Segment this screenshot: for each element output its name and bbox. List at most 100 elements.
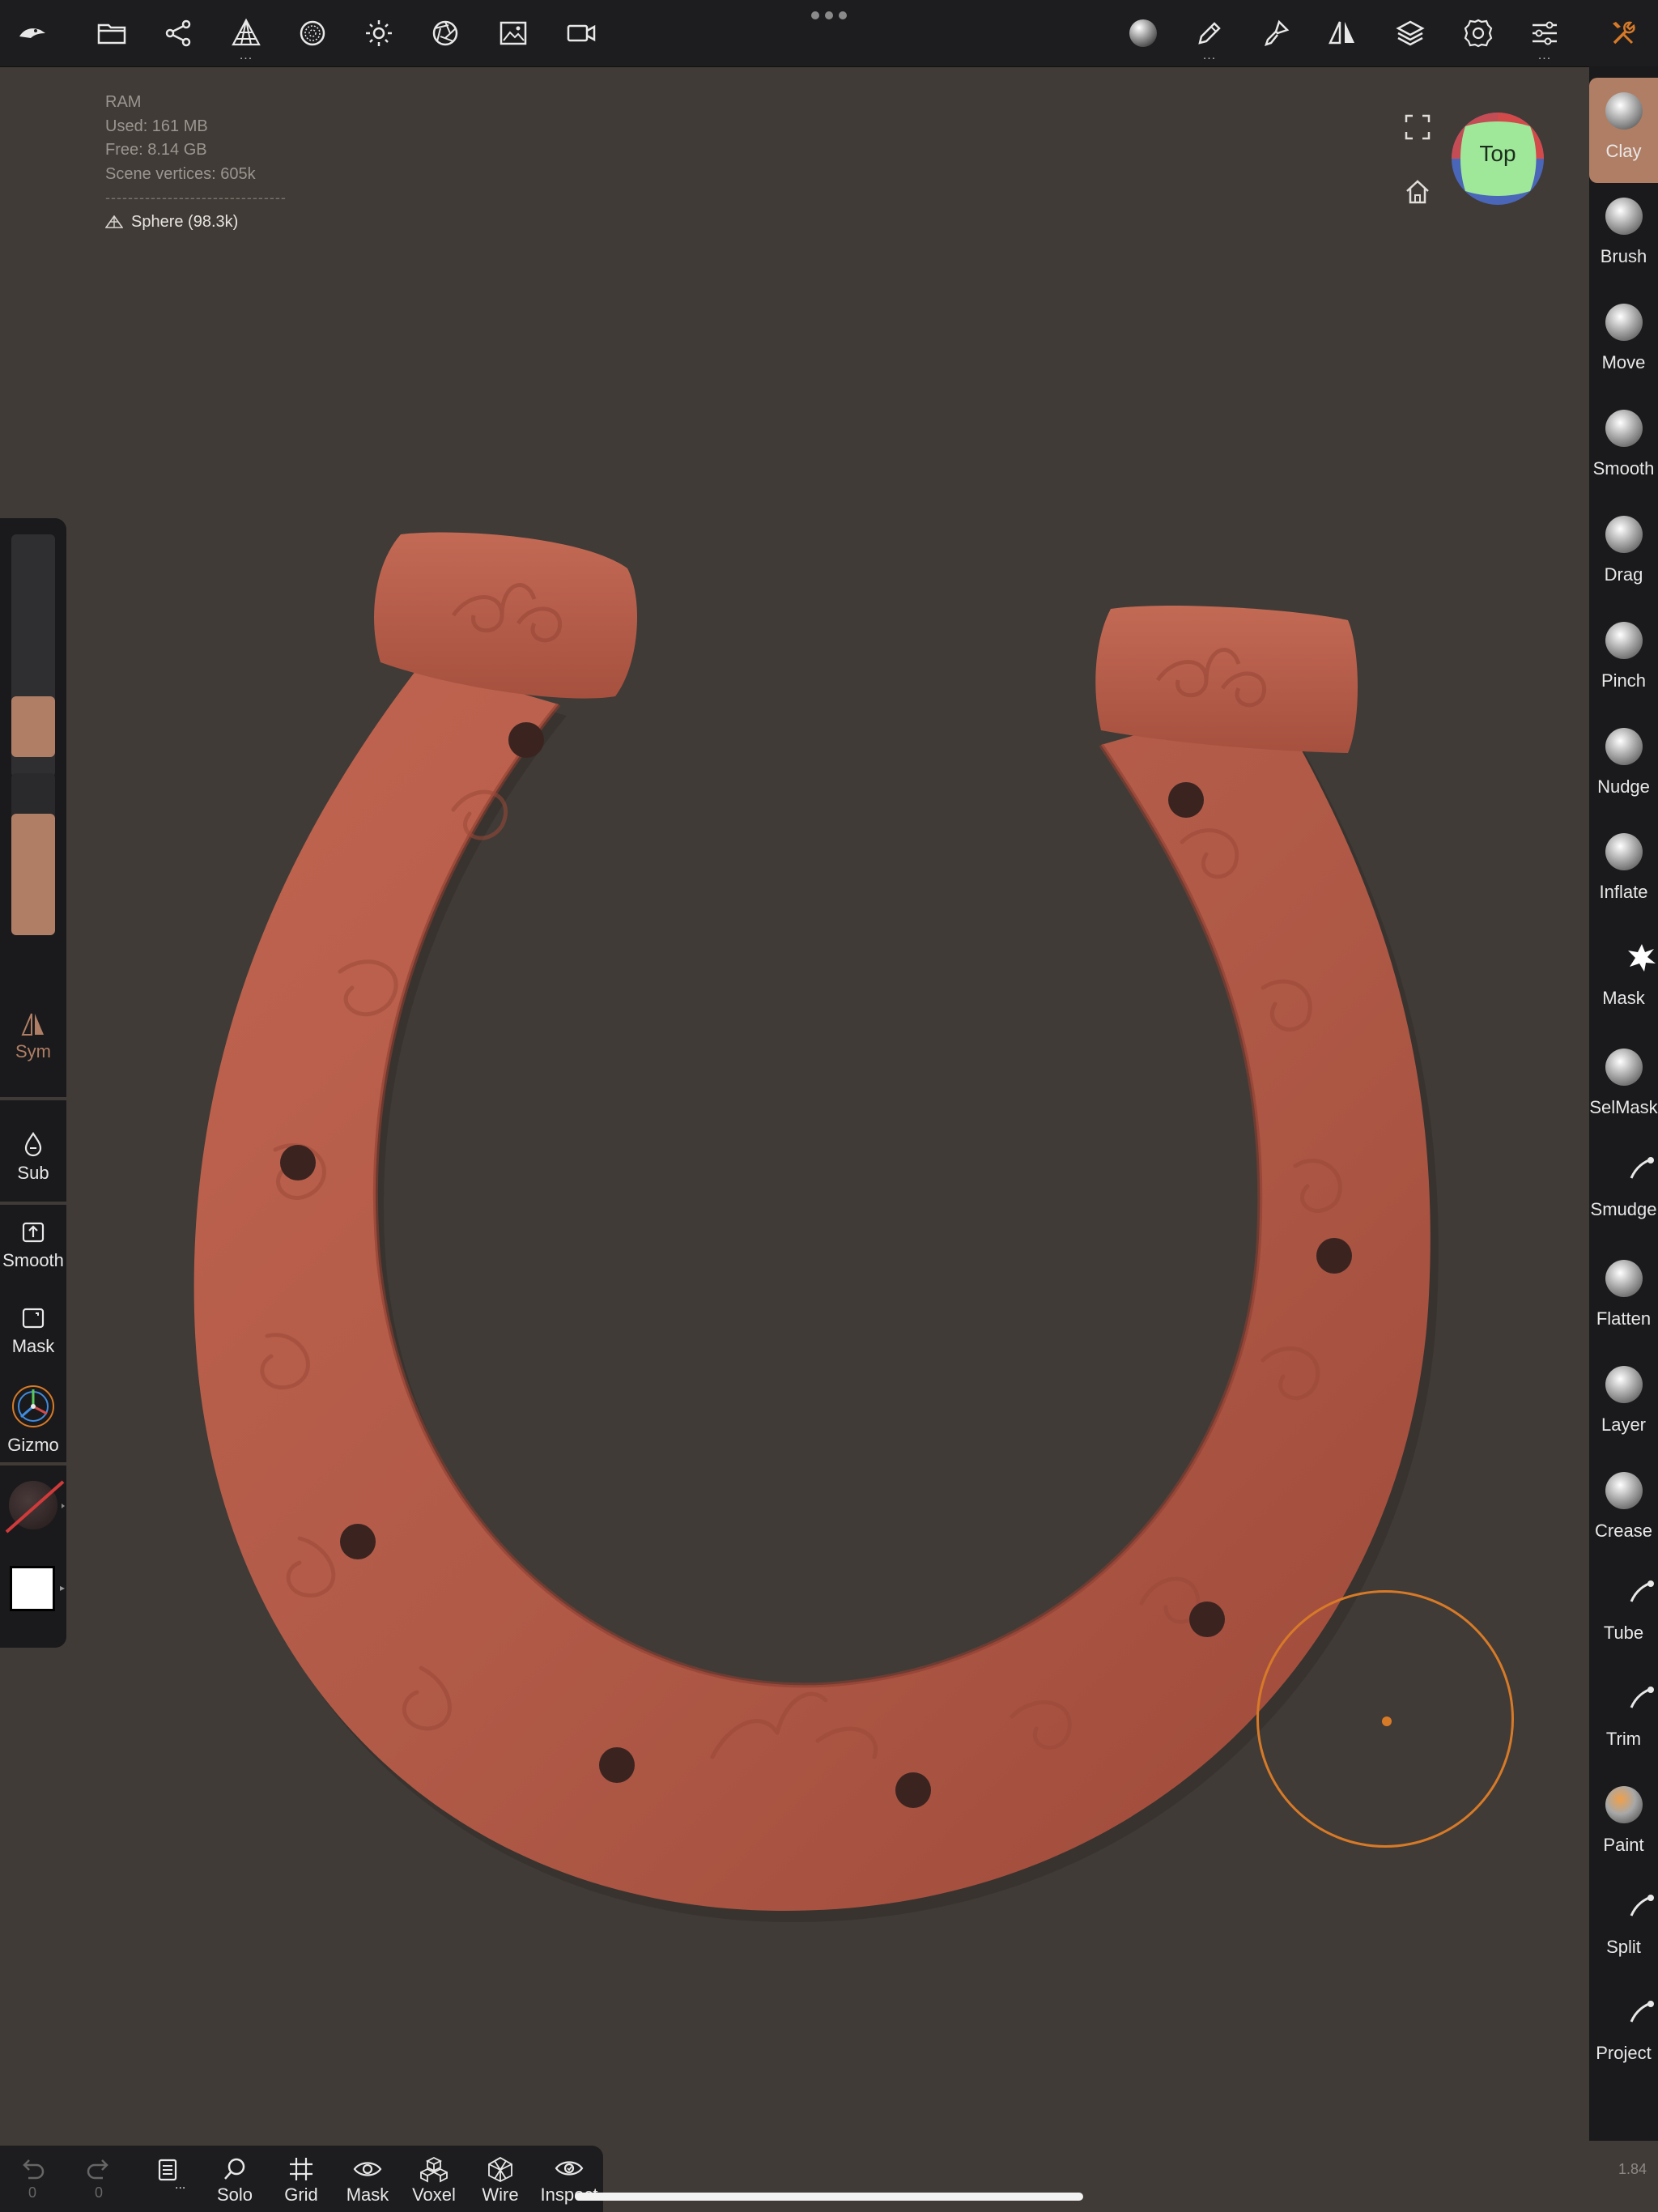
material-swatch[interactable] <box>0 1474 66 1538</box>
tool-trim[interactable]: Trim <box>1589 1665 1658 1771</box>
sliders-icon[interactable]: ... <box>1512 0 1577 66</box>
tube-icon <box>1605 1574 1654 1611</box>
tool-flatten[interactable]: Flatten <box>1589 1245 1658 1351</box>
color-swatch[interactable]: ▸ <box>0 1563 66 1619</box>
trim-icon <box>1605 1680 1654 1717</box>
settings-icon[interactable] <box>1446 0 1511 66</box>
history-button[interactable]: ... <box>134 2150 199 2192</box>
color-swatch-arrow-icon: ▸ <box>60 1582 66 1593</box>
flatten-ball-icon <box>1605 1260 1643 1297</box>
tool-layer[interactable]: Layer <box>1589 1351 1658 1457</box>
mask-visibility-button[interactable]: Mask <box>335 2150 400 2206</box>
sub-toggle[interactable]: Sub <box>0 1130 66 1184</box>
material-sphere-icon[interactable] <box>280 0 345 66</box>
color-swatch-fill <box>12 1568 53 1609</box>
tool-inflate[interactable]: Inflate <box>1589 819 1658 924</box>
topology-more: ... <box>239 49 253 62</box>
ram-free: Free: 8.14 GB <box>105 141 207 159</box>
tool-brush[interactable]: Brush <box>1589 183 1658 288</box>
material-preview-icon[interactable] <box>1111 0 1175 66</box>
layers-icon[interactable] <box>1378 0 1443 66</box>
grid-button[interactable]: Grid <box>269 2150 334 2206</box>
paint-tool-icon[interactable] <box>1244 0 1308 66</box>
tool-pinch[interactable]: Pinch <box>1589 607 1658 713</box>
undo-button[interactable]: 0 <box>0 2150 65 2202</box>
scene-graph-icon[interactable] <box>146 0 210 66</box>
tool-label: Project <box>1596 2043 1652 2063</box>
wireframe-button[interactable]: Wire <box>468 2150 533 2206</box>
active-object[interactable]: Sphere (98.3k) <box>105 211 287 235</box>
mask-shortcut-icon <box>22 1308 45 1329</box>
fullscreen-icon[interactable] <box>1398 108 1437 147</box>
mask-shortcut[interactable]: Mask <box>0 1304 66 1357</box>
brush-ball-icon <box>1605 198 1643 235</box>
tool-crease[interactable]: Crease <box>1589 1457 1658 1563</box>
intensity-slider-fill <box>11 814 55 935</box>
tool-project[interactable]: Project <box>1589 1980 1658 2085</box>
paint-ball-icon <box>1605 1786 1643 1823</box>
inspect-icon <box>555 2161 584 2176</box>
nav-cube-label: Top <box>1479 141 1516 166</box>
wireframe-label: Wire <box>482 2184 519 2205</box>
active-object-label: Sphere (98.3k) <box>131 212 239 231</box>
voxel-button[interactable]: Voxel <box>402 2150 466 2206</box>
brush-center-dot <box>1382 1716 1392 1726</box>
symmetry-icon[interactable] <box>1310 0 1375 66</box>
tool-smooth[interactable]: Smooth <box>1589 395 1658 500</box>
magnifier-icon <box>224 2158 245 2180</box>
gizmo-toggle[interactable]: Gizmo <box>0 1383 66 1456</box>
folder-icon[interactable] <box>79 0 144 66</box>
tools-icon[interactable] <box>1592 0 1656 66</box>
tool-move[interactable]: Move <box>1589 289 1658 394</box>
mask-label: Mask <box>11 1336 55 1356</box>
stroke-icon[interactable]: ... <box>1177 0 1242 66</box>
radius-slider-fill <box>11 696 55 757</box>
tool-clay[interactable]: Clay <box>1589 78 1658 183</box>
redo-button[interactable]: 0 <box>66 2150 131 2202</box>
window-grabber[interactable] <box>811 11 847 23</box>
light-icon[interactable] <box>346 0 411 66</box>
tool-label: Brush <box>1600 246 1647 266</box>
tool-selmask[interactable]: SelMask <box>1589 1034 1658 1139</box>
sliders-more: ... <box>1537 49 1552 62</box>
nomad-logo-icon[interactable] <box>0 0 65 66</box>
tool-label: SelMask <box>1589 1097 1658 1117</box>
redo-icon <box>87 2159 108 2180</box>
voxel-label: Voxel <box>412 2184 456 2205</box>
tool-label: Smooth <box>1592 458 1655 479</box>
wireframe-icon <box>488 2156 512 2183</box>
drop-icon <box>24 1132 42 1157</box>
background-image-icon[interactable] <box>481 0 546 66</box>
tool-label: Paint <box>1603 1835 1644 1855</box>
color-swatch-box <box>10 1566 55 1611</box>
tool-nudge[interactable]: Nudge <box>1589 713 1658 819</box>
undo-count: 0 <box>28 2184 36 2201</box>
tool-tube[interactable]: Tube <box>1589 1559 1658 1665</box>
home-indicator[interactable] <box>575 2193 1083 2201</box>
crease-ball-icon <box>1605 1472 1643 1509</box>
tool-label: Pinch <box>1601 670 1647 691</box>
home-view-icon[interactable] <box>1398 172 1437 211</box>
left-panel-divider <box>0 1097 66 1100</box>
tool-drag[interactable]: Drag <box>1589 501 1658 606</box>
tool-split[interactable]: Split <box>1589 1874 1658 1979</box>
grid-label: Grid <box>284 2184 318 2205</box>
tool-smudge[interactable]: Smudge <box>1589 1136 1658 1241</box>
tool-label: Nudge <box>1597 776 1650 797</box>
history-more: ... <box>175 2178 186 2192</box>
postprocess-icon[interactable] <box>413 0 478 66</box>
tool-mask[interactable]: Mask <box>1589 925 1658 1030</box>
gizmo-label: Gizmo <box>7 1435 59 1455</box>
smooth-shortcut[interactable]: Smooth <box>0 1218 66 1271</box>
scene-vertices: Scene vertices: 605k <box>105 164 256 183</box>
camera-icon[interactable] <box>549 0 614 66</box>
tool-label: Flatten <box>1596 1308 1652 1329</box>
smooth-label: Smooth <box>2 1250 64 1270</box>
topology-icon[interactable]: ... <box>214 0 278 66</box>
tool-label: Split <box>1606 1937 1641 1957</box>
solo-button[interactable]: Solo <box>202 2150 267 2206</box>
tool-paint[interactable]: Paint <box>1589 1772 1658 1877</box>
sym-toggle[interactable]: Sym <box>0 1012 66 1062</box>
ram-used: Used: 161 MB <box>105 117 208 135</box>
symmetry-icon <box>21 1013 44 1036</box>
